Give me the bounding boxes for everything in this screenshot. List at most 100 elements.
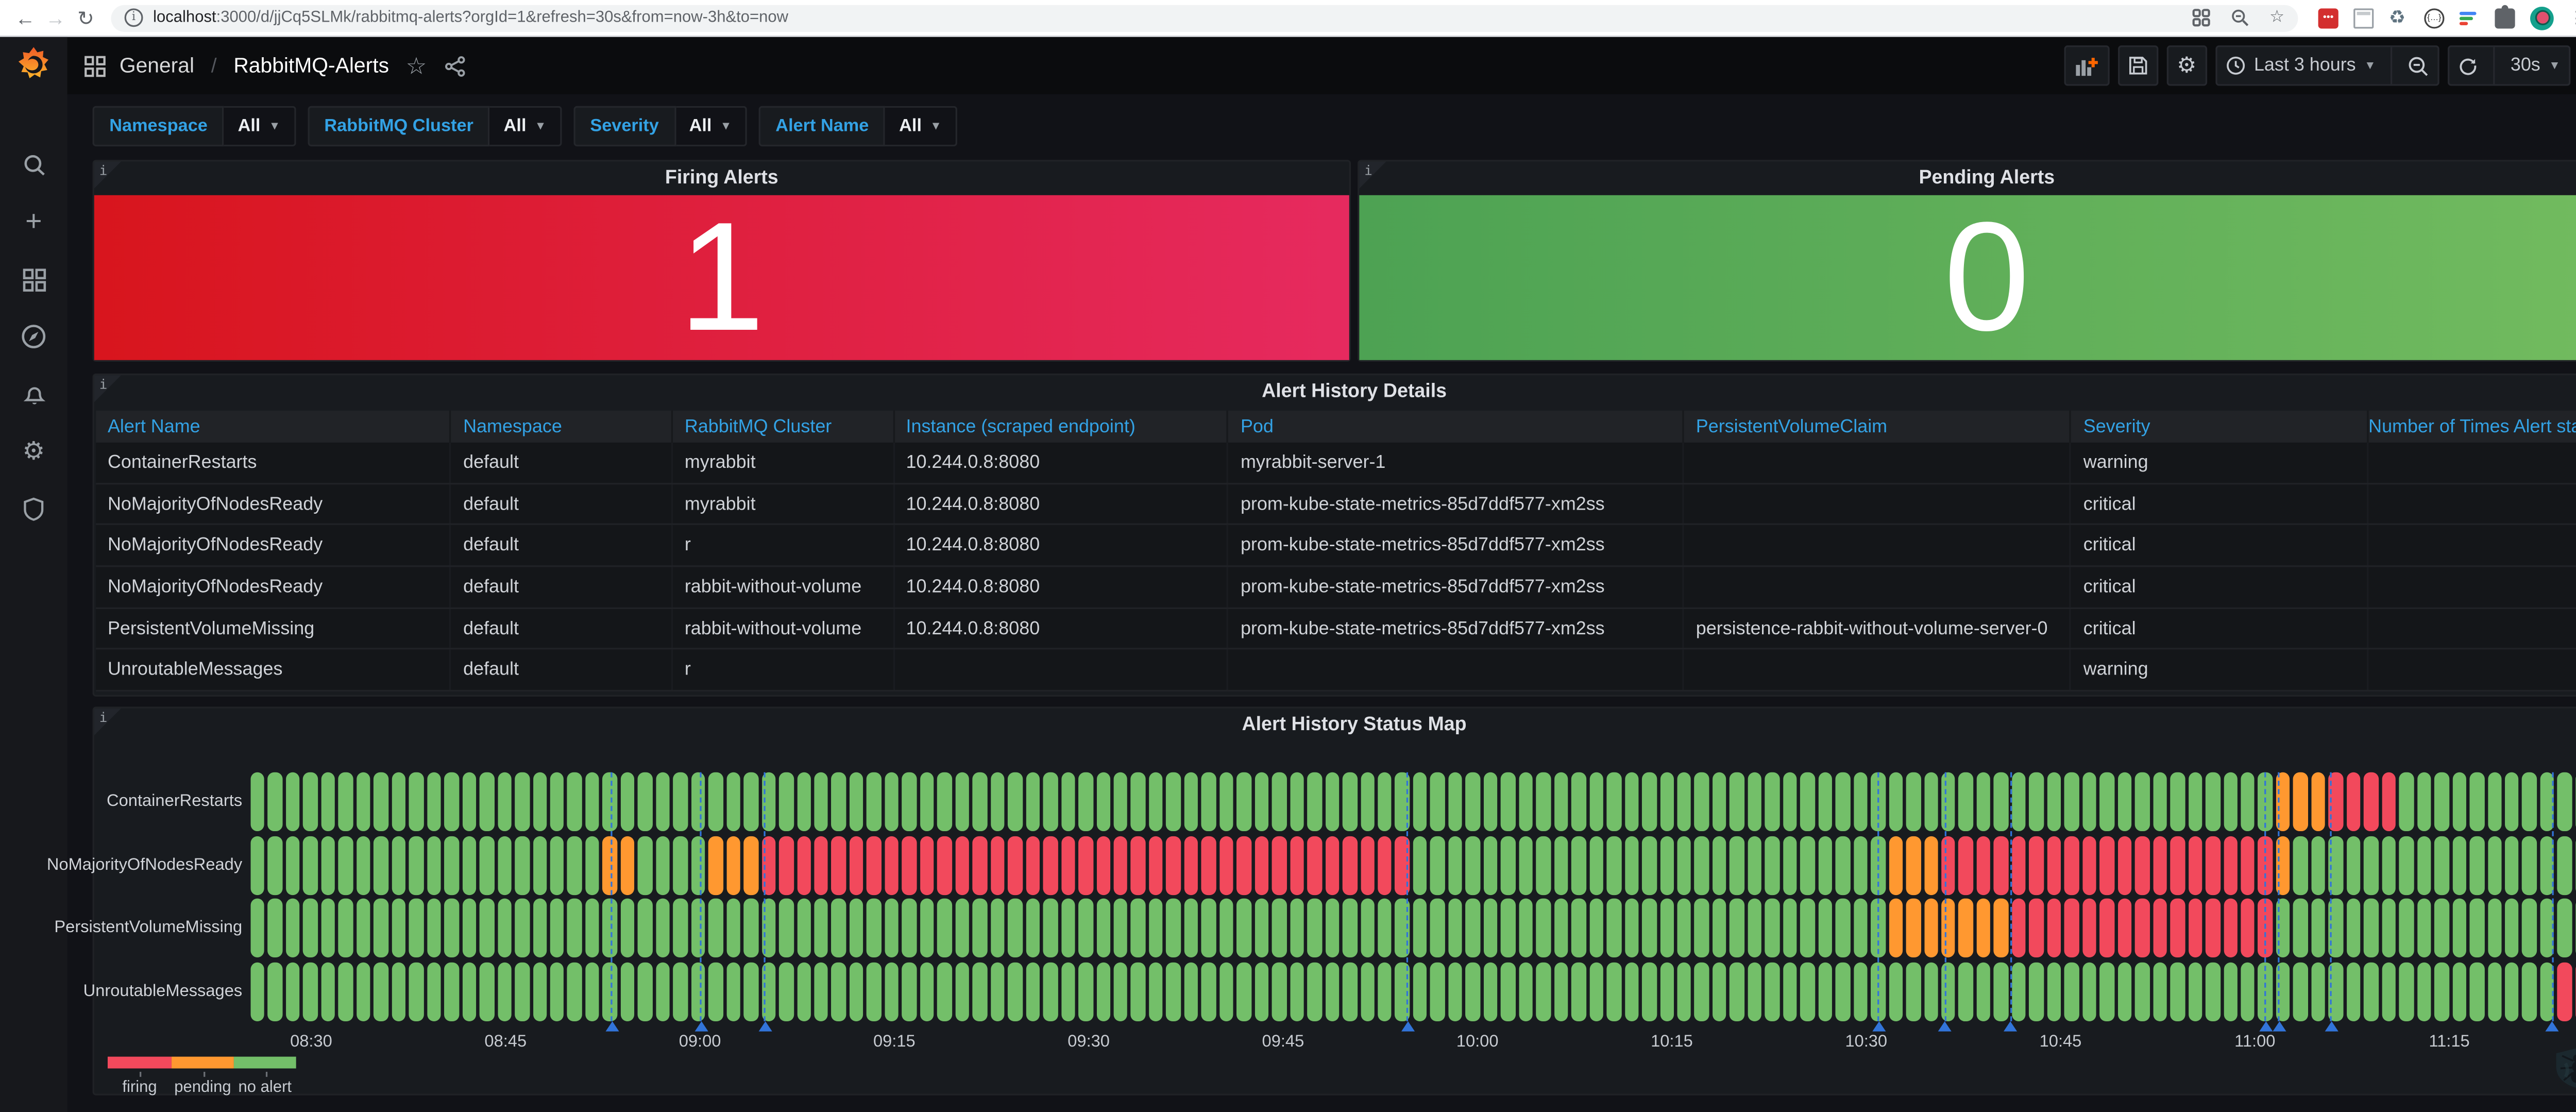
dashboard-settings-button[interactable]: ⚙ — [2166, 45, 2207, 86]
page-info-icon[interactable]: i — [125, 8, 143, 27]
annotation-arrow-icon[interactable] — [1872, 1021, 1886, 1032]
status-bar-firing — [2135, 899, 2149, 957]
annotation-arrow-icon[interactable] — [694, 1021, 708, 1032]
annotation-marker-line[interactable] — [1878, 772, 1879, 1021]
status-bar-no-alert — [2206, 772, 2220, 831]
profile-avatar[interactable] — [2530, 6, 2554, 29]
table-cell: 1 — [2368, 443, 2576, 483]
reload-icon[interactable]: ↻ — [71, 6, 101, 29]
annotation-marker-line[interactable] — [2279, 772, 2280, 1021]
status-bar-firing — [1994, 836, 2009, 895]
explore-compass-icon[interactable] — [20, 323, 47, 350]
filter-value-dropdown[interactable]: All▼ — [675, 106, 747, 146]
table-cell — [1683, 443, 2071, 483]
status-bar-firing — [814, 836, 828, 895]
page-title[interactable]: RabbitMQ-Alerts — [233, 54, 389, 77]
column-header[interactable]: PersistentVolumeClaim — [1683, 411, 2071, 443]
status-bar-firing — [1959, 836, 1973, 895]
annotation-marker-line[interactable] — [1944, 772, 1945, 1021]
bookmark-star-icon[interactable]: ☆ — [2269, 8, 2284, 27]
url-text[interactable]: localhost:3000/d/jjCq5SLMk/rabbitmq-aler… — [153, 8, 2179, 27]
panel-title[interactable]: Alert History Details — [94, 375, 2576, 409]
filter-value-dropdown[interactable]: All▼ — [490, 106, 562, 146]
braces-extension-icon[interactable]: {…} — [2424, 8, 2444, 28]
status-bar-no-alert — [973, 962, 987, 1021]
annotation-marker-line[interactable] — [2010, 772, 2011, 1021]
search-icon[interactable] — [21, 151, 46, 178]
status-bar-no-alert — [1026, 962, 1040, 1021]
alerting-bell-icon[interactable] — [21, 380, 46, 407]
column-header[interactable]: RabbitMQ Cluster — [672, 411, 893, 443]
filter-label[interactable]: Alert Name — [759, 106, 886, 146]
favorite-star-icon[interactable]: ☆ — [406, 52, 427, 80]
add-panel-button[interactable] — [2064, 45, 2109, 86]
annotation-arrow-icon[interactable] — [758, 1021, 772, 1032]
annotation-marker-line[interactable] — [2330, 772, 2332, 1021]
status-bar-no-alert — [1043, 962, 1058, 1021]
annotation-marker-line[interactable] — [701, 772, 702, 1021]
annotation-arrow-icon[interactable] — [2325, 1021, 2338, 1032]
status-bar-firing — [1166, 836, 1181, 895]
column-header[interactable]: Alert Name — [96, 411, 451, 443]
dashboards-icon[interactable] — [21, 266, 46, 293]
zoom-icon[interactable] — [2231, 8, 2249, 27]
refresh-picker[interactable]: 30s ▼ — [2448, 45, 2570, 86]
extensions-puzzle-icon[interactable] — [2495, 8, 2515, 28]
column-header[interactable]: Pod — [1228, 411, 1683, 443]
filter-label[interactable]: RabbitMQ Cluster — [308, 106, 490, 146]
table-cell: default — [451, 443, 672, 483]
status-bar-firing — [1378, 836, 1392, 895]
annotation-arrow-icon[interactable] — [2004, 1021, 2018, 1032]
column-header[interactable]: Severity — [2071, 411, 2367, 443]
grafana-logo[interactable] — [13, 45, 54, 89]
annotation-arrow-icon[interactable] — [2546, 1021, 2559, 1032]
annotation-marker-line[interactable] — [1407, 772, 1409, 1021]
breadcrumb-folder[interactable]: General — [120, 54, 194, 77]
save-dashboard-button[interactable] — [2117, 45, 2158, 86]
annotation-marker-line[interactable] — [2264, 772, 2266, 1021]
zoom-out-icon[interactable] — [2408, 55, 2430, 76]
recycle-extension-icon[interactable]: ♻ — [2389, 8, 2409, 28]
back-icon[interactable]: ← — [10, 6, 41, 29]
status-bar-no-alert — [497, 899, 512, 957]
refresh-icon[interactable] — [2459, 56, 2479, 76]
configuration-gear-icon[interactable]: ⚙ — [22, 437, 45, 464]
server-admin-shield-icon[interactable] — [22, 495, 45, 521]
firing-alerts-value: 1 — [679, 200, 765, 355]
annotation-arrow-icon[interactable] — [1401, 1021, 1415, 1032]
annotation-arrow-icon[interactable] — [1938, 1021, 1952, 1032]
filter-value-dropdown[interactable]: All▼ — [225, 106, 296, 146]
status-bar-no-alert — [2434, 772, 2449, 831]
column-header[interactable]: Number of Times Alert started — [2368, 411, 2576, 443]
password-manager-extension-icon[interactable]: ••• — [2318, 8, 2338, 28]
status-bar-no-alert — [515, 836, 529, 895]
legend-label: no alert — [234, 1079, 296, 1097]
panel-title[interactable]: Firing Alerts — [94, 161, 1349, 195]
status-bar-no-alert — [1607, 899, 1621, 957]
column-header[interactable]: Instance (scraped endpoint) — [893, 411, 1228, 443]
annotation-arrow-icon[interactable] — [605, 1021, 618, 1032]
chart-link-extension-icon[interactable] — [2460, 8, 2480, 28]
status-bar-no-alert — [374, 836, 388, 895]
annotation-arrow-icon[interactable] — [2273, 1021, 2286, 1032]
address-bar[interactable]: i localhost:3000/d/jjCq5SLMk/rabbitmq-al… — [111, 4, 2298, 31]
window-extension-icon[interactable] — [2353, 8, 2374, 28]
plus-icon[interactable]: + — [25, 209, 42, 235]
filter-label[interactable]: Namespace — [93, 106, 225, 146]
annotation-marker-line[interactable] — [2552, 772, 2553, 1021]
chevron-down-icon: ▼ — [930, 120, 942, 132]
annotation-arrow-icon[interactable] — [2259, 1021, 2272, 1032]
panel-title[interactable]: Pending Alerts — [1359, 161, 2576, 195]
annotation-marker-line[interactable] — [764, 772, 766, 1021]
filter-value-dropdown[interactable]: All▼ — [886, 106, 957, 146]
time-range-picker[interactable]: Last 3 hours ▼ — [2215, 45, 2440, 86]
browser-menu-icon[interactable] — [2569, 10, 2576, 25]
column-header[interactable]: Namespace — [451, 411, 672, 443]
annotation-marker-line[interactable] — [611, 772, 613, 1021]
share-icon[interactable] — [444, 55, 465, 76]
tab-groups-icon[interactable] — [2192, 8, 2211, 27]
x-axis-tick-label: 11:15 — [2429, 1033, 2469, 1052]
status-bar-no-alert — [1272, 962, 1286, 1021]
forward-icon[interactable]: → — [40, 6, 71, 29]
filter-label[interactable]: Severity — [573, 106, 676, 146]
